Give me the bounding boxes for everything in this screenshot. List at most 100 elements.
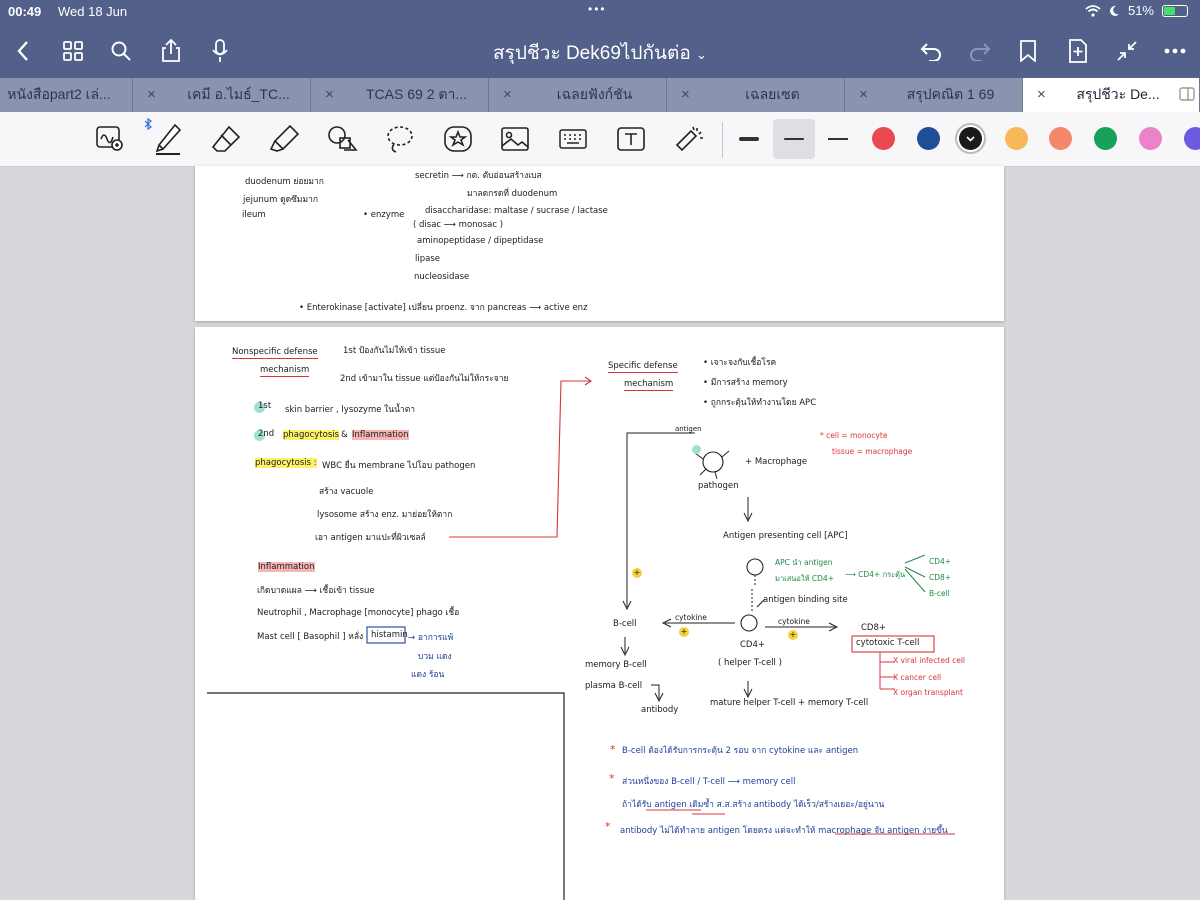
tab-label: หนังสือpart2 เล่... [7, 86, 111, 102]
specific-heading: Specific defense [608, 361, 678, 373]
undo-button[interactable] [914, 34, 948, 68]
plus-badge: + [632, 568, 642, 578]
note-text: * cell = monocyte [820, 431, 888, 440]
highlight-dot [692, 445, 701, 454]
undo-icon [920, 43, 941, 61]
color-green[interactable] [1094, 127, 1117, 150]
note-text: • เจาะจงกับเชื้อโรค [703, 358, 777, 368]
status-bar: 00:49 Wed 18 Jun ••• 51% [0, 0, 1200, 24]
note-text: CD8+ [929, 573, 952, 582]
battery-percent: 51% [1127, 3, 1154, 18]
lasso-tool[interactable] [382, 121, 418, 157]
note-text: antigen binding site [763, 595, 848, 605]
note-text: Mast cell [ Basophil ] หลั่ง [257, 632, 364, 642]
note-text: cytokine [675, 613, 707, 622]
note-text: • Enterokinase [activate] เปลี่ยน proenz… [299, 303, 588, 313]
shapes-tool[interactable] [324, 121, 360, 157]
tab-3[interactable]: × TCAS 69 2 ตา... [311, 78, 489, 112]
multitask-dots[interactable]: ••• [588, 2, 607, 16]
more-button[interactable] [1158, 34, 1192, 68]
redo-icon [970, 43, 991, 61]
bookmark-button[interactable] [1011, 34, 1045, 68]
close-icon[interactable]: × [1037, 86, 1046, 103]
shapes-icon [328, 126, 358, 151]
keyboard-icon [559, 129, 587, 149]
color-blue[interactable] [917, 127, 940, 150]
note-text: antibody ไม่ได้ทำลาย antigen โดยตรง แต่จ… [620, 826, 948, 836]
note-text: B-cell ต้องได้รับการกระตุ้น 2 รอบ จาก cy… [622, 746, 859, 756]
split-view-icon[interactable] [1179, 87, 1195, 101]
redo-button[interactable] [963, 34, 997, 68]
battery-icon [1162, 4, 1188, 17]
color-orange[interactable] [1005, 127, 1028, 150]
note-text: aminopeptidase / dipeptidase [417, 236, 544, 246]
notebook-page-2[interactable]: Nonspecific defense mechanism 1st ป้องกั… [195, 327, 1004, 900]
note-text: & [341, 430, 348, 440]
tab-label: เคมี อ.ไมธ์_TC... [187, 86, 290, 102]
tab-label: เฉลยฟังก์ชัน [556, 86, 633, 102]
close-icon[interactable]: × [859, 86, 868, 103]
main-toolbar: สรุปชีวะ Dek69ไปกันต่อ ⌄ [0, 24, 1200, 78]
note-text: มาลดกรดที่ duodenum [467, 189, 558, 199]
close-icon[interactable]: × [503, 86, 512, 103]
note-text: ⟶ CD4+ กระตุ้น [845, 570, 906, 579]
tab-5[interactable]: × เฉลยเซต [667, 78, 845, 112]
tab-2[interactable]: × เคมี อ.ไมธ์_TC... [133, 78, 311, 112]
tab-bar: หนังสือpart2 เล่... × เคมี อ.ไมธ์_TC... … [0, 78, 1200, 112]
text-box-icon [617, 127, 645, 151]
stroke-thick[interactable] [731, 121, 767, 157]
close-icon[interactable]: × [325, 86, 334, 103]
notebook-page-1[interactable]: duodenum ย่อยมาก jejunum ดูดซึมมาก ileum… [195, 166, 1004, 321]
more-icon [1164, 48, 1186, 54]
document-title-text: สรุปชีวะ Dek69ไปกันต่อ [493, 43, 691, 64]
sticker-tool[interactable] [440, 121, 476, 157]
add-page-button[interactable] [1061, 34, 1095, 68]
color-pink[interactable] [1139, 127, 1162, 150]
note-text: X viral infected cell [893, 656, 966, 665]
note-text: มาเสนอให้ CD4+ [775, 574, 834, 583]
note-text: + Macrophage [745, 457, 808, 467]
add-page-icon [1069, 39, 1087, 63]
boxed-text: cytotoxic T-cell [856, 638, 920, 648]
color-red[interactable] [872, 127, 895, 150]
tab-1[interactable]: หนังสือpart2 เล่... [0, 78, 133, 112]
color-purple[interactable] [1184, 127, 1200, 150]
highlighted-text: Inflammation [258, 562, 315, 572]
stroke-medium[interactable] [773, 119, 815, 159]
pen-tool[interactable] [150, 121, 186, 157]
note-text: 2nd [258, 429, 275, 439]
note-text: → อาการแพ้ [408, 633, 454, 643]
highlighted-text: phagocytosis [283, 430, 340, 440]
note-text: secretin ⟶ กต. ตับอ่อนสร้างเบส [415, 171, 542, 181]
tab-7-active[interactable]: × สรุปชีวะ De... [1023, 78, 1200, 112]
note-text: disaccharidase: maltase / sucrase / lact… [425, 206, 608, 216]
laser-pointer-tool[interactable] [671, 121, 707, 157]
keyboard-tool[interactable] [555, 121, 591, 157]
moon-icon [1110, 5, 1119, 16]
text-tool[interactable] [613, 121, 649, 157]
zoom-out-button[interactable] [1110, 34, 1144, 68]
stroke-thin[interactable] [820, 121, 856, 157]
note-text: ส่วนหนึ่งของ B-cell / T-cell ⟶ memory ce… [622, 777, 796, 787]
image-tool[interactable] [497, 121, 533, 157]
pen-icon [155, 123, 182, 155]
tab-6[interactable]: × สรุปคณิต 1 69 [845, 78, 1023, 112]
note-text: * [605, 820, 611, 833]
tab-label: สรุปชีวะ De... [1076, 86, 1160, 102]
bookmark-icon [1020, 40, 1036, 62]
close-icon[interactable]: × [147, 86, 156, 103]
stroke-thick-icon [739, 137, 759, 141]
color-black-selected[interactable] [959, 127, 982, 150]
collapse-icon [1117, 41, 1137, 61]
note-text: ( helper T-cell ) [718, 658, 782, 668]
note-text: สร้าง vacuole [319, 487, 374, 497]
note-text: plasma B-cell [585, 681, 643, 691]
plus-badge: + [788, 630, 798, 640]
highlighter-tool[interactable] [266, 121, 302, 157]
close-icon[interactable]: × [681, 86, 690, 103]
note-text: duodenum ย่อยมาก [245, 177, 324, 187]
eraser-tool[interactable] [208, 121, 244, 157]
tab-4[interactable]: × เฉลยฟังก์ชัน [489, 78, 667, 112]
lasso-zoom-tool[interactable] [92, 121, 128, 157]
color-coral[interactable] [1049, 127, 1072, 150]
